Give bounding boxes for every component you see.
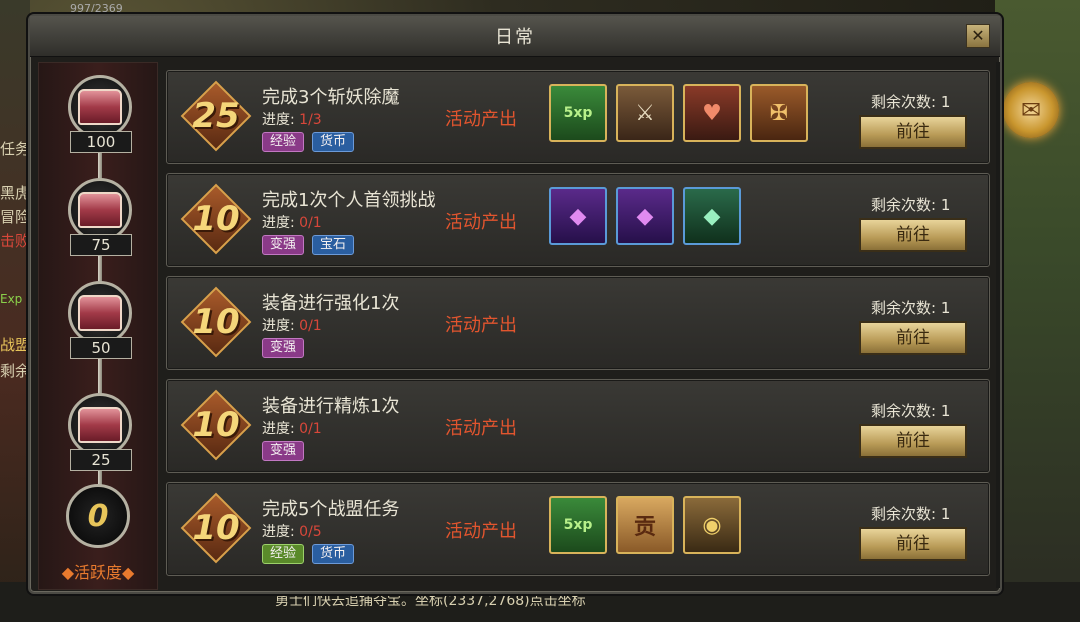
remaining-count: 剩余次数: 1 <box>871 402 951 420</box>
current-activity-points: 0 <box>66 484 130 548</box>
activity-source: 活动产出 <box>445 109 517 130</box>
go-button[interactable]: 前往 <box>859 218 967 252</box>
remaining-count: 剩余次数: 1 <box>871 196 951 214</box>
tag-strengthen: 变强 <box>262 441 305 461</box>
task-progress: 进度: 0/1 <box>262 421 322 437</box>
remaining-count: 剩余次数: 1 <box>871 505 951 523</box>
task-name: 装备进行精炼1次 <box>262 396 400 417</box>
score-badge: 10 <box>180 389 252 461</box>
heart-emblem-icon[interactable]: ♥ <box>683 84 741 142</box>
treasure-chest-icon <box>78 89 122 125</box>
treasure-chest-icon <box>78 407 122 443</box>
close-button[interactable]: ✕ <box>966 24 990 48</box>
chest-points-label: 25 <box>70 449 132 471</box>
title-bar: 日常 <box>30 16 1000 57</box>
score-badge: 10 <box>180 183 252 255</box>
tag-strengthen: 变强 <box>262 338 305 358</box>
progress-value: 0/5 <box>299 524 322 540</box>
tag-currency: 货币 <box>312 544 355 564</box>
progress-value: 1/3 <box>299 112 322 128</box>
sword-emblem-icon[interactable]: ⚔ <box>616 84 674 142</box>
score-value: 10 <box>192 508 240 548</box>
chest-node-25[interactable]: 25 <box>66 393 134 483</box>
task-name: 完成5个战盟任务 <box>262 499 400 520</box>
chest-points-label: 100 <box>70 131 132 153</box>
tag-strengthen: 变强 <box>262 235 305 255</box>
xp-icon[interactable]: 5xp <box>549 84 607 142</box>
task-progress: 进度: 0/1 <box>262 215 322 231</box>
tag-exp: 经验 <box>262 132 305 152</box>
activity-source: 活动产出 <box>445 212 517 233</box>
bg-left-text-7: 剩余 <box>0 362 31 380</box>
task-progress: 进度: 0/5 <box>262 524 322 540</box>
chest-circle <box>68 281 132 345</box>
remaining-count: 剩余次数: 1 <box>871 299 951 317</box>
bg-left-text-2: 黑虎 <box>0 184 31 202</box>
activity-source: 活动产出 <box>445 418 517 439</box>
go-button[interactable]: 前往 <box>859 527 967 561</box>
bg-left-text-4: 击败 <box>0 232 31 250</box>
score-value: 10 <box>192 405 240 445</box>
green-gem-icon[interactable]: ◆ <box>683 187 741 245</box>
scrollbar[interactable] <box>996 62 1000 588</box>
task-progress: 进度: 1/3 <box>262 112 322 128</box>
chest-node-50[interactable]: 50 <box>66 281 134 371</box>
activity-source: 活动产出 <box>445 315 517 336</box>
score-value: 10 <box>192 302 240 342</box>
coins-icon[interactable]: ◉ <box>683 496 741 554</box>
go-button[interactable]: 前往 <box>859 424 967 458</box>
game-background-left <box>0 0 30 622</box>
chest-node-100[interactable]: 100 <box>66 75 134 165</box>
go-button[interactable]: 前往 <box>859 115 967 149</box>
chest-circle <box>68 75 132 139</box>
chest-points-label: 75 <box>70 234 132 256</box>
daily-panel: 日常 ✕ 100 75 50 25 0 ◆活跃度◆ 25 完成3个斩妖除魔 进度… <box>28 14 1002 594</box>
task-name: 完成3个斩妖除魔 <box>262 87 400 108</box>
task-row: 10 装备进行强化1次 进度: 0/1 变强 活动产出 剩余次数: 1 前往 <box>166 276 990 370</box>
progress-value: 0/1 <box>299 421 322 437</box>
score-badge: 10 <box>180 286 252 358</box>
progress-value: 0/1 <box>299 318 322 334</box>
task-row: 10 完成1次个人首领挑战 进度: 0/1 变强 宝石 活动产出 ◆ ◆ ◆ 剩… <box>166 173 990 267</box>
score-value: 25 <box>192 96 240 136</box>
score-badge: 25 <box>180 80 252 152</box>
contribution-note-icon[interactable]: 贡 <box>616 496 674 554</box>
xp-icon[interactable]: 5xp <box>549 496 607 554</box>
remaining-count: 剩余次数: 1 <box>871 93 951 111</box>
activity-sidebar: 100 75 50 25 0 ◆活跃度◆ <box>38 62 158 590</box>
chest-circle <box>68 178 132 242</box>
task-name: 装备进行强化1次 <box>262 293 400 314</box>
purple-gem-icon[interactable]: ◆ <box>549 187 607 245</box>
score-badge: 10 <box>180 492 252 564</box>
purple-gem-icon[interactable]: ◆ <box>616 187 674 245</box>
bg-left-text-6: 战盟 <box>0 336 31 354</box>
quest-scroll-icon[interactable]: ✉ <box>1003 82 1059 138</box>
tag-currency: 货币 <box>312 132 355 152</box>
panel-title: 日常 <box>495 27 535 48</box>
activity-source: 活动产出 <box>445 521 517 542</box>
progress-value: 0/1 <box>299 215 322 231</box>
task-row: 10 完成5个战盟任务 进度: 0/5 经验 货币 活动产出 5xp 贡 ◉ 剩… <box>166 482 990 576</box>
treasure-chest-icon <box>78 192 122 228</box>
tag-gem: 宝石 <box>312 235 355 255</box>
task-row: 25 完成3个斩妖除魔 进度: 1/3 经验 货币 活动产出 5xp ⚔ ♥ ✠… <box>166 70 990 164</box>
crest-icon[interactable]: ✠ <box>750 84 808 142</box>
task-progress: 进度: 0/1 <box>262 318 322 334</box>
go-button[interactable]: 前往 <box>859 321 967 355</box>
chest-node-75[interactable]: 75 <box>66 178 134 268</box>
bg-left-text-1: 任务 <box>0 140 31 158</box>
bg-left-text-5: Exp <box>0 292 23 306</box>
tag-exp: 经验 <box>262 544 305 564</box>
activity-label: ◆活跃度◆ <box>61 563 135 582</box>
treasure-chest-icon <box>78 295 122 331</box>
chest-points-label: 50 <box>70 337 132 359</box>
chest-circle <box>68 393 132 457</box>
task-row: 10 装备进行精炼1次 进度: 0/1 变强 活动产出 剩余次数: 1 前往 <box>166 379 990 473</box>
task-name: 完成1次个人首领挑战 <box>262 190 436 211</box>
bg-left-text-3: 冒险 <box>0 208 31 226</box>
score-value: 10 <box>192 199 240 239</box>
